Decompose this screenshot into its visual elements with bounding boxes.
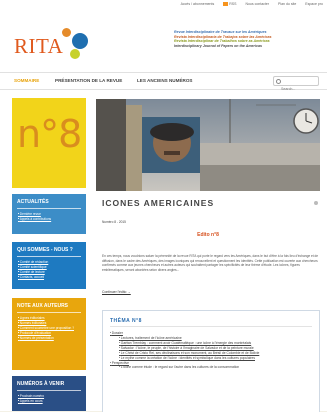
logo-dot-blue [72,33,88,49]
issue-number-box: n°8 [12,98,86,188]
sidebar-link[interactable]: Normes de présentation [18,336,80,341]
logo-dot-green [70,49,80,59]
rss-link[interactable]: RSS [223,2,237,7]
edito-body: En ces temps, nous voudrions saluer la p… [102,254,319,272]
sidebar-note-auteurs: NOTE AUX AUTEURS Lignes éditoriales Norm… [12,298,86,370]
search-input[interactable] [274,86,315,92]
search-box [273,76,319,92]
edito-heading: Edito n°8 [197,232,219,238]
sidebar-link[interactable]: Contacts, accueil [18,275,80,280]
rss-icon [223,2,229,7]
tagline-en: Interdisciplinary Journal of Papers on t… [174,43,262,48]
top-link-contact[interactable]: Nous contacter [245,2,269,6]
sidebar-heading-qui: QUI SOMMES - NOUS ? [17,242,81,257]
theme-item[interactable]: L'icône comme étude : le regard sur l'au… [110,365,315,370]
logo-text: RITA [14,34,64,58]
theme-title: THÉMA N°8 [110,318,142,324]
nav-sommaire[interactable]: SOMMAIRE [14,78,39,83]
sidebar-numeros-a-venir: NUMÉROS À VENIR Prochain numéro Appels e… [12,376,86,411]
issue-number: n°8 [17,112,82,156]
top-link-sitemap[interactable]: Plan du site [278,2,296,6]
top-link-pro[interactable]: Espace pro [305,2,323,6]
site-logo[interactable]: RITA [14,24,154,64]
continue-link[interactable]: Continuer l'édito → [102,290,131,294]
sidebar-heading-numeros: NUMÉROS À VENIR [17,376,81,391]
nav-presentation[interactable]: PRÉSENTATION DE LA REVUE [55,78,122,83]
rss-label: RSS [229,2,237,6]
tagline: Revue Interdisciplinaire de Travaux sur … [174,30,319,48]
top-links: Accès / abonnements RSS Nous contacter P… [181,2,323,7]
theme-list: Dossier Lectures, traitement de l'icône … [110,331,315,370]
hero-image [96,99,320,191]
nav-anciens-numeros[interactable]: LES ANCIENS NUMÉROS [137,78,192,83]
theme-box: THÉMA N°8 Dossier Lectures, traitement d… [102,310,320,412]
sidebar-link[interactable]: Appels en cours [18,399,80,404]
sidebar-qui-sommes-nous: QUI SOMMES - NOUS ? Comité de rédaction … [12,242,86,289]
print-icon[interactable] [314,201,318,205]
logo-dot-orange [62,28,71,37]
page: Accès / abonnements RSS Nous contacter P… [0,0,327,412]
hero-photo [96,99,320,191]
issue-meta: Numéro 8 - 2015 [102,220,126,224]
sidebar-heading-note: NOTE AUX AUTEURS [17,298,81,313]
divider [110,326,312,327]
search-icon [276,78,281,84]
sidebar-heading-actualites: ACTUALITÉS [17,194,81,209]
sidebar-actualites: ACTUALITÉS Dernière revue Appels à contr… [12,194,86,234]
top-link-access[interactable]: Accès / abonnements [181,2,215,6]
page-title: ICONES AMERICAINES [102,198,215,208]
sidebar-link[interactable]: Appels à contributions [18,217,80,222]
main-nav: SOMMAIRE PRÉSENTATION DE LA REVUE LES AN… [0,72,327,92]
